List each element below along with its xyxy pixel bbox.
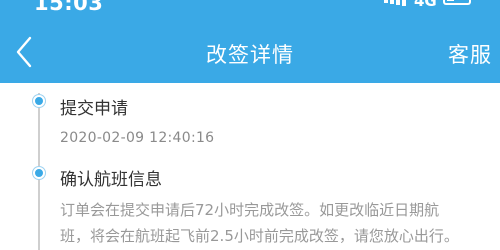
step-title: 确认航班信息 <box>60 170 162 190</box>
app-header: 15:03 4G 改签详情 客服 <box>0 0 500 83</box>
signal-icon <box>384 0 406 6</box>
battery-icon <box>443 0 471 5</box>
status-time: 15:03 <box>34 0 104 15</box>
step-title: 提交申请 <box>60 99 128 119</box>
step-description-line: 订单会在提交申请后72小时完成改签。如更改临近日期航 <box>60 201 440 219</box>
timeline-dot-icon <box>33 95 45 107</box>
customer-service-button[interactable]: 客服 <box>448 39 492 69</box>
nav-bar: 改签详情 客服 <box>0 22 500 82</box>
timeline-dot-icon <box>33 167 45 179</box>
status-bar: 15:03 4G <box>0 0 500 18</box>
battery-level <box>447 0 454 1</box>
step-description: 订单会在提交申请后72小时完成改签。如更改临近日期航 班，将会在航班起飞前2.5… <box>60 197 480 249</box>
network-label: 4G <box>414 0 437 10</box>
step-description-line: 班，将会在航班起飞前2.5小时前完成改签，请您放心出行。 <box>60 227 459 245</box>
step-time: 2020-02-09 12:40:16 <box>60 130 215 146</box>
page-title: 改签详情 <box>206 43 294 67</box>
timeline: 提交申请 2020-02-09 12:40:16 确认航班信息 订单会在提交申请… <box>0 83 500 250</box>
